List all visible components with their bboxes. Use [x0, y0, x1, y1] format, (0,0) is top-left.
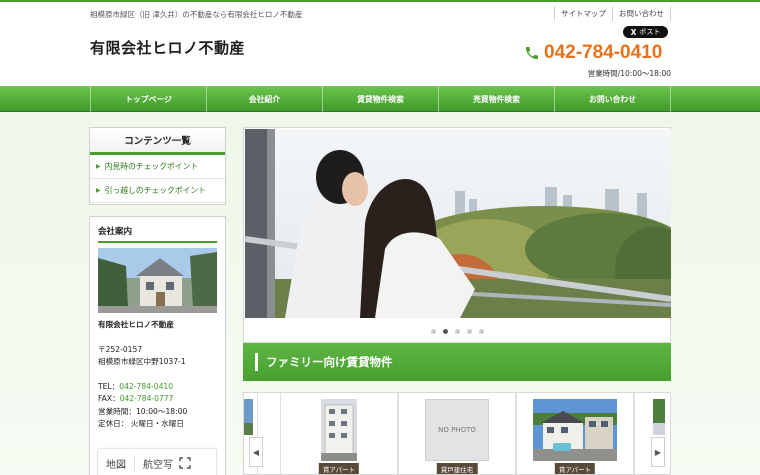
company-logo-title[interactable]: 有限会社ヒロノ不動産 [90, 37, 245, 58]
company-info-box: 会社案内 有限会社ヒロノ不動産 〒252-0157 相模原市緑区中野1037-1… [89, 216, 226, 475]
contents-item-moving[interactable]: ▶ 引っ越しのチェックポイント [90, 179, 225, 203]
section-header-family-rentals: ファミリー向け賃貸物件 [243, 343, 671, 381]
tel-label: TEL： [98, 381, 120, 391]
contact-link[interactable]: お問い合わせ [612, 6, 671, 21]
phone-icon [526, 47, 538, 59]
contents-item-label: 引っ越しのチェックポイント [104, 186, 206, 195]
x-logo-icon: X [630, 27, 637, 37]
chevron-right-icon: ▶ [96, 187, 101, 194]
header-phone[interactable]: 042-784-0410 [524, 42, 662, 64]
tel-link[interactable]: 042-784-0410 [119, 382, 173, 391]
nav-item-company[interactable]: 会社紹介 [206, 86, 322, 112]
hero-slider[interactable] [243, 127, 671, 343]
slider-dot[interactable] [478, 329, 484, 334]
x-post-button[interactable]: X ポスト [623, 26, 668, 38]
hero-slide-image [245, 129, 671, 318]
company-fax-row: FAX：042-784-0777 [98, 393, 217, 406]
property-photo [653, 399, 665, 435]
map-type-control: 地図 航空写 [98, 449, 216, 475]
contents-item-label: 内見時のチェックポイント [104, 162, 199, 171]
slider-dot[interactable] [454, 329, 460, 334]
property-photo [244, 399, 253, 435]
company-address: 相模原市緑区中野1037-1 [98, 357, 186, 366]
property-type-badge: 賃アパート [318, 463, 360, 474]
fullscreen-icon[interactable] [179, 457, 191, 469]
section-accent-bar [255, 353, 258, 371]
office-photo [98, 248, 217, 313]
slider-dot[interactable] [430, 329, 436, 334]
property-card[interactable]: 賃アパート [280, 393, 398, 474]
business-hours: 営業時間/10:00〜18:00 [587, 69, 671, 78]
company-info-title: 会社案内 [98, 225, 217, 243]
nav-item-rental-search[interactable]: 賃貸物件検索 [322, 86, 438, 112]
property-photo [321, 399, 357, 461]
property-type-badge: 貸戸建住宅 [436, 463, 478, 474]
property-photo [533, 399, 617, 461]
property-carousel: ◀ 賃アパート NO PHOTO 貸戸建住宅 賃アパート ▶ [243, 392, 671, 475]
section-title: ファミリー向け賃貸物件 [266, 355, 393, 369]
chevron-right-icon: ▶ [96, 163, 101, 170]
contents-list-box: コンテンツ一覧 ▶ 内見時のチェックポイント ▶ 引っ越しのチェックポイント [89, 127, 226, 205]
x-post-label: ポスト [639, 28, 661, 36]
site-tagline: 相模原市緑区（旧 津久井）の不動産なら有限会社ヒロノ不動産 [90, 10, 303, 19]
fax-value: 042-784-0777 [119, 394, 174, 403]
nav-item-sale-search[interactable]: 売買物件検索 [438, 86, 554, 112]
fax-label: FAX： [98, 394, 120, 403]
nav-item-top[interactable]: トップページ [90, 86, 206, 112]
nav-item-contact[interactable]: お問い合わせ [554, 86, 671, 112]
slider-dot-active[interactable] [442, 329, 448, 334]
carousel-prev-button[interactable]: ◀ [249, 437, 263, 467]
no-photo-placeholder: NO PHOTO [425, 399, 489, 461]
map-tab-aerial[interactable]: 航空写 [135, 456, 181, 471]
phone-number: 042-784-0410 [544, 42, 663, 63]
contents-item-viewing[interactable]: ▶ 内見時のチェックポイント [90, 155, 225, 179]
map-tab-map[interactable]: 地図 [98, 456, 134, 471]
company-holidays: 定休日： 火曜日・水曜日 [98, 419, 184, 428]
property-type-badge: 賃アパート [554, 463, 596, 474]
chevron-right-icon: ▶ [654, 447, 662, 457]
sitemap-link[interactable]: サイトマップ [554, 6, 612, 21]
property-card[interactable]: NO PHOTO 貸戸建住宅 [398, 393, 516, 474]
top-accent-line [0, 0, 760, 2]
chevron-left-icon: ◀ [252, 447, 260, 457]
company-hours: 営業時間：10:00〜18:00 [98, 406, 188, 416]
slider-dot[interactable] [466, 329, 472, 334]
company-tel-row: TEL：042-784-0410 [98, 381, 217, 394]
company-zip: 〒252-0157 [98, 344, 143, 354]
company-info-name: 有限会社ヒロノ不動産 [98, 320, 174, 329]
property-card[interactable]: 賃アパート [516, 393, 634, 474]
slider-pagination [244, 329, 670, 334]
global-nav: トップページ 会社紹介 賃貸物件検索 売買物件検索 お問い合わせ [0, 86, 760, 112]
carousel-next-button[interactable]: ▶ [651, 437, 665, 467]
utility-links: サイトマップ お問い合わせ [554, 6, 671, 21]
contents-list-title: コンテンツ一覧 [90, 128, 225, 155]
